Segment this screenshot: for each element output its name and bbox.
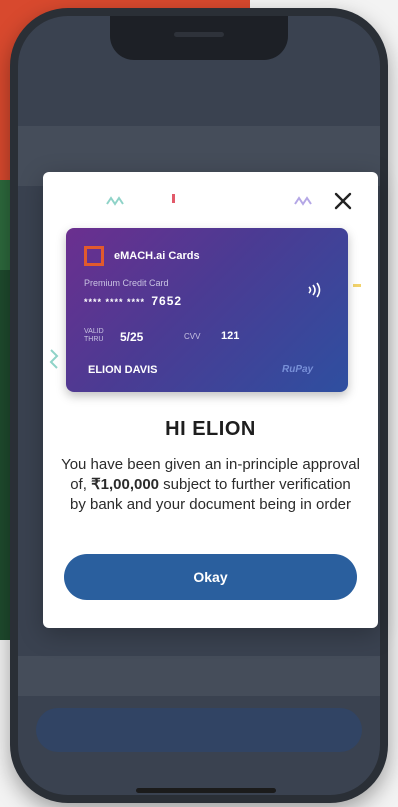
confetti-icon	[106, 196, 124, 206]
okay-button[interactable]: Okay	[64, 554, 357, 600]
close-icon	[334, 192, 352, 210]
card-number-last4: 7652	[151, 294, 183, 308]
phone-notch	[110, 16, 288, 60]
speaker-icon	[174, 32, 224, 37]
confetti-icon	[294, 196, 312, 206]
approval-amount: ₹1,00,000	[91, 476, 160, 493]
confetti-icon	[49, 349, 59, 369]
card-logo-icon	[84, 246, 104, 266]
blurred-button	[36, 708, 362, 752]
card-number: **** **** **** 7652	[84, 294, 182, 308]
card-valid-date: 5/25	[120, 330, 144, 344]
approval-message: You have been given an in-principle appr…	[61, 455, 360, 515]
contactless-icon	[308, 282, 321, 298]
card-cvv-label: CVV	[184, 332, 201, 341]
card-holder-name: ELION DAVIS	[88, 364, 158, 376]
confetti-icon	[353, 284, 361, 287]
greeting-heading: HI ELION	[165, 418, 256, 440]
card-cvv: 121	[221, 330, 240, 342]
credit-card: eMACH.ai Cards Premium Credit Card **** …	[66, 228, 348, 392]
approval-modal: eMACH.ai Cards Premium Credit Card **** …	[43, 172, 378, 628]
card-brand: eMACH.ai Cards	[114, 250, 200, 262]
close-button[interactable]	[330, 188, 356, 214]
blurred-row	[18, 656, 380, 696]
card-network-logo: RuPay	[282, 364, 314, 375]
card-valid-label: VALID THRU	[84, 328, 104, 343]
card-type: Premium Credit Card	[84, 278, 169, 288]
card-number-mask: **** **** ****	[84, 297, 146, 307]
confetti-icon	[172, 194, 175, 203]
home-indicator[interactable]	[136, 788, 276, 793]
